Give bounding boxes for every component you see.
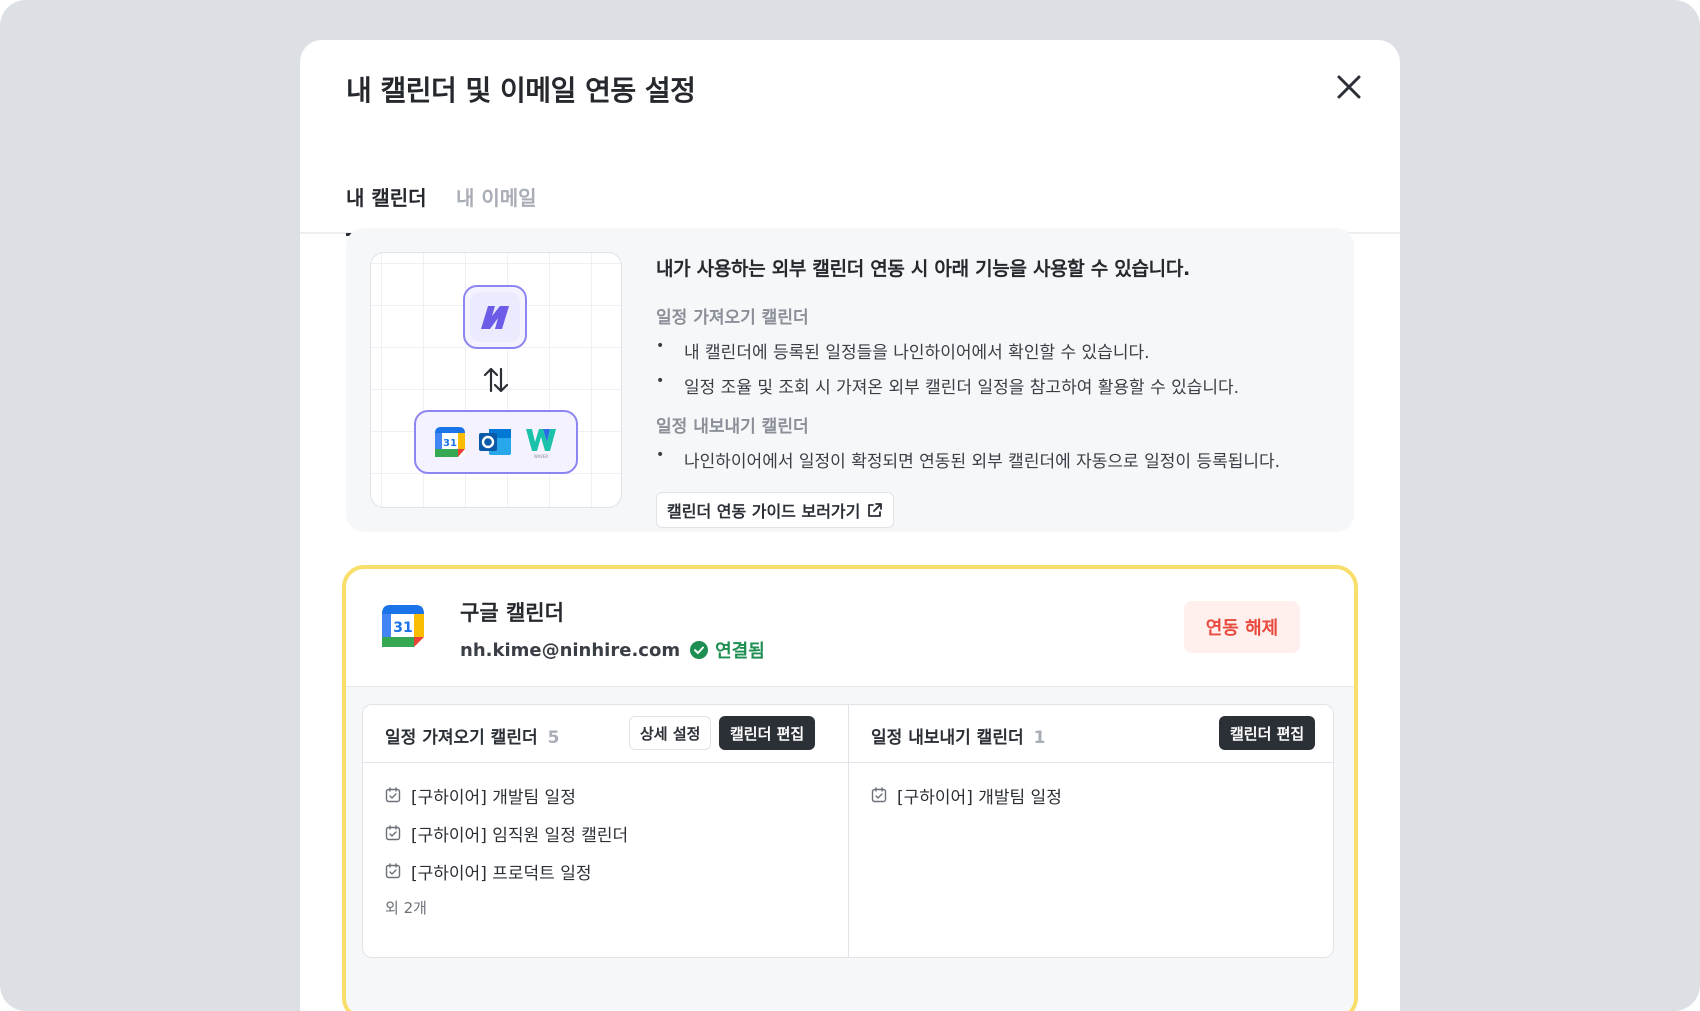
export-panel-title: 일정 내보내기 캘린더 1 bbox=[871, 728, 1046, 748]
tab-my-email[interactable]: 내 이메일 bbox=[456, 182, 537, 234]
close-icon bbox=[1337, 75, 1361, 99]
status-badge: 연결됨 bbox=[690, 637, 765, 663]
more-calendars-text: 외 2개 bbox=[385, 899, 427, 917]
modal-backdrop: 내 캘린더 및 이메일 연동 설정 내 캘린더 내 이메일 31 WAVER 내… bbox=[0, 0, 1700, 1011]
connected-account: nh.kime@ninhire.com 연결됨 bbox=[460, 637, 765, 663]
calendar-provider-title: 구글 캘린더 bbox=[460, 601, 564, 625]
status-label: 연결됨 bbox=[715, 641, 765, 662]
google-calendar-card: 31 구글 캘린더 nh.kime@ninhire.com 연결됨 연동 해제 bbox=[342, 565, 1358, 1011]
info-card: 31 WAVER 내가 사용하는 외부 캘린더 연동 시 아래 기능을 사용할 … bbox=[346, 228, 1354, 532]
import-calendar-panel: 일정 가져오기 캘린더 5 상세 설정 캘린더 편집 [구하이어] 개발팀 일정… bbox=[363, 705, 849, 957]
import-panel-title: 일정 가져오기 캘린더 5 bbox=[385, 728, 560, 748]
import-count: 5 bbox=[547, 728, 560, 748]
import-edit-calendar-button[interactable]: 캘린더 편집 bbox=[719, 716, 816, 750]
calendar-check-icon bbox=[385, 863, 401, 879]
list-item: [구하이어] 임직원 일정 캘린더 bbox=[385, 821, 628, 846]
calendar-check-icon bbox=[385, 787, 401, 803]
external-link-icon bbox=[868, 502, 883, 517]
calendar-panels: 일정 가져오기 캘린더 5 상세 설정 캘린더 편집 [구하이어] 개발팀 일정… bbox=[362, 704, 1334, 958]
list-item: [구하이어] 개발팀 일정 bbox=[385, 783, 628, 808]
modal-title: 내 캘린더 및 이메일 연동 설정 bbox=[346, 74, 696, 107]
import-calendar-list: [구하이어] 개발팀 일정 [구하이어] 임직원 일정 캘린더 [구하이어] 프… bbox=[385, 783, 628, 918]
svg-text:31: 31 bbox=[443, 438, 457, 449]
list-item: [구하이어] 프로덕트 일정 bbox=[385, 859, 628, 884]
import-section-label: 일정 가져오기 캘린더 bbox=[656, 308, 809, 328]
tab-my-calendar[interactable]: 내 캘린더 bbox=[346, 182, 427, 236]
calendar-check-icon bbox=[385, 825, 401, 841]
export-section-label: 일정 내보내기 캘린더 bbox=[656, 417, 809, 437]
account-email: nh.kime@ninhire.com bbox=[460, 639, 681, 661]
svg-text:31: 31 bbox=[393, 620, 412, 636]
outlook-icon bbox=[479, 429, 511, 455]
export-bullet: 나인하이어에서 일정이 확정되면 연동된 외부 캘린더에 자동으로 일정이 등록… bbox=[656, 447, 1336, 472]
tab-bar: 내 캘린더 내 이메일 bbox=[300, 140, 1400, 236]
disconnect-button[interactable]: 연동 해제 bbox=[1184, 601, 1300, 653]
google-calendar-icon: 31 bbox=[435, 427, 465, 457]
ninehire-logo-icon bbox=[481, 306, 509, 329]
check-circle-icon bbox=[690, 641, 709, 659]
sync-arrows-icon bbox=[483, 367, 509, 393]
external-apps-box: 31 WAVER bbox=[414, 410, 578, 474]
calendar-check-icon bbox=[871, 787, 887, 803]
guide-button-label: 캘린더 연동 가이드 보러가기 bbox=[667, 502, 861, 521]
settings-modal: 내 캘린더 및 이메일 연동 설정 내 캘린더 내 이메일 31 WAVER 내… bbox=[300, 40, 1400, 1011]
google-calendar-header: 31 구글 캘린더 nh.kime@ninhire.com 연결됨 연동 해제 bbox=[346, 569, 1354, 687]
export-count: 1 bbox=[1033, 728, 1046, 748]
export-edit-calendar-button[interactable]: 캘린더 편집 bbox=[1219, 716, 1316, 750]
ninehire-logo-box bbox=[463, 285, 527, 349]
calendar-guide-button[interactable]: 캘린더 연동 가이드 보러가기 bbox=[656, 492, 895, 528]
import-bullet: 일정 조율 및 조회 시 가져온 외부 캘린더 일정을 참고하여 활용할 수 있… bbox=[656, 373, 1336, 398]
import-bullet: 내 캘린더에 등록된 일정들을 나인하이어에서 확인할 수 있습니다. bbox=[656, 338, 1336, 363]
whale-works-icon: WAVER bbox=[526, 429, 556, 459]
export-calendar-list: [구하이어] 개발팀 일정 bbox=[871, 783, 1062, 821]
info-headline: 내가 사용하는 외부 캘린더 연동 시 아래 기능을 사용할 수 있습니다. bbox=[656, 258, 1190, 280]
detail-settings-button[interactable]: 상세 설정 bbox=[629, 716, 712, 750]
export-calendar-panel: 일정 내보내기 캘린더 1 캘린더 편집 [구하이어] 개발팀 일정 bbox=[849, 705, 1333, 957]
sync-illustration: 31 WAVER bbox=[370, 252, 622, 508]
calendar-panels-area: 일정 가져오기 캘린더 5 상세 설정 캘린더 편집 [구하이어] 개발팀 일정… bbox=[346, 687, 1354, 1011]
svg-text:WAVER: WAVER bbox=[534, 454, 548, 459]
list-item: [구하이어] 개발팀 일정 bbox=[871, 783, 1062, 808]
google-calendar-icon: 31 bbox=[382, 605, 424, 647]
close-button[interactable] bbox=[1330, 68, 1368, 106]
